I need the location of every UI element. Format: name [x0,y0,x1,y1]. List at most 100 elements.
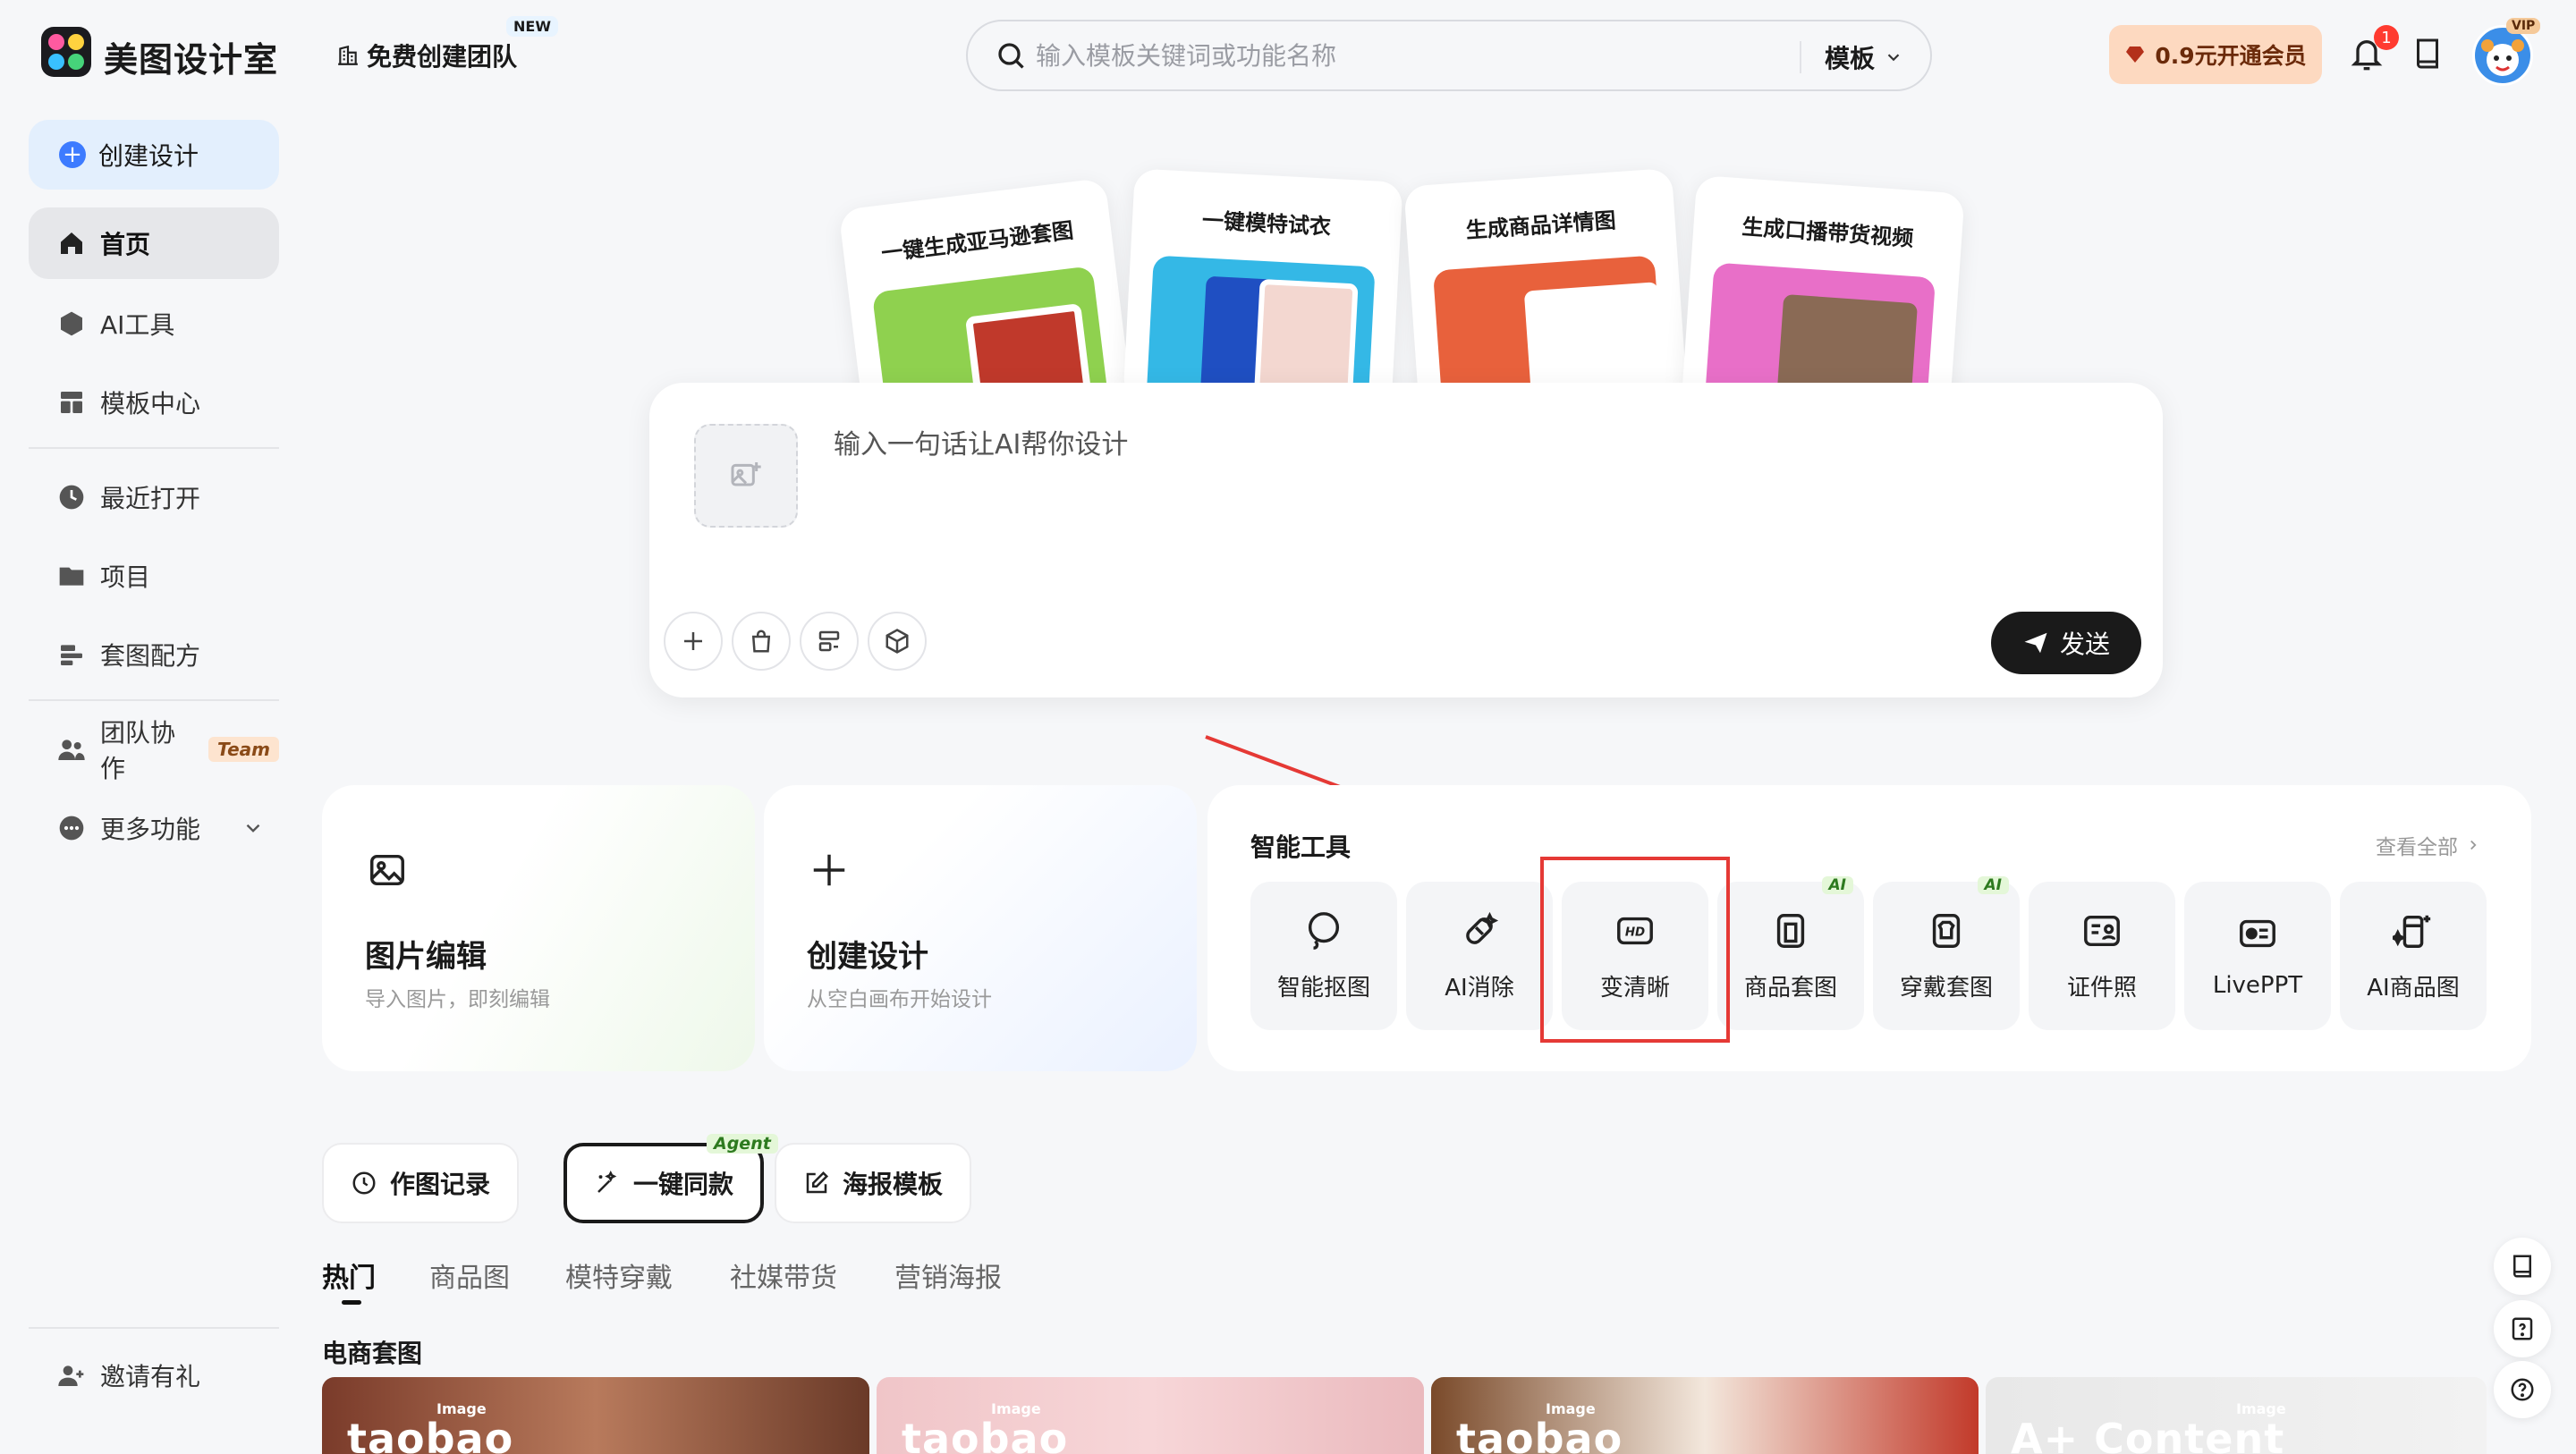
thumbnail-label: taobao [902,1415,1069,1454]
hero-card-model[interactable]: 一键模特试衣 [1123,168,1403,415]
send-label: 发送 [2059,630,2110,659]
sidebar-item-more[interactable]: 更多功能 [29,792,279,864]
float-feedback-button[interactable] [2494,1300,2551,1357]
sidebar-divider [29,447,279,449]
question-icon [2511,1378,2534,1401]
chip-history[interactable]: 作图记录 [322,1143,520,1223]
tool-label: 穿戴套图 [1899,974,1993,1002]
template-thumbnail[interactable]: Image taobao [1431,1377,1979,1454]
tool-smart-cutout[interactable]: 智能抠图 [1250,882,1397,1030]
sidebar-item-ai-tools[interactable]: AI工具 [29,288,279,359]
tab-marketing-poster[interactable]: 营销海报 [894,1255,1002,1295]
diamond-icon [2126,46,2145,63]
id-card-icon [2084,915,2120,946]
layout-icon [818,630,840,652]
hero-card-detail[interactable]: 生成商品详情图 [1403,167,1688,419]
lasso-icon [1308,911,1340,950]
chip-label: 一键同款 [633,1170,734,1199]
bookmark-book-icon[interactable] [2411,36,2444,72]
layout-button[interactable] [800,612,859,671]
sidebar-item-projects[interactable]: 项目 [29,540,279,612]
tab-social-selling[interactable]: 社媒带货 [730,1255,837,1295]
search-input[interactable] [1036,38,1841,73]
card-subtitle: 从空白画布开始设计 [807,988,992,1011]
card-title: 图片编辑 [365,939,487,975]
view-all-link[interactable]: 查看全部 [2376,830,2481,860]
tool-label: LivePPT [2212,972,2303,999]
create-team-label: 免费创建团队 [367,42,518,72]
bag-icon [751,630,771,653]
create-design-button[interactable]: + 创建设计 [29,120,279,190]
shirt-icon [1932,913,1961,948]
tool-ai-product-image[interactable]: AI商品图 [2340,882,2487,1030]
template-thumbnail[interactable]: Image taobao [877,1377,1424,1454]
tool-wear-set[interactable]: AI 穿戴套图 [1873,876,2020,1030]
hero-card-title: 一键模特试衣 [1201,207,1332,240]
prompt-input[interactable] [834,422,2086,529]
ai-tag: AI [1977,876,2009,894]
smart-tools-panel: 智能工具 查看全部 智能抠图 AI消除 HD 变清晰 AI 商品套图 AI 穿戴… [1208,785,2531,1071]
sidebar-item-team[interactable]: 团队协作 Team [29,714,279,785]
image-edit-card[interactable]: 图片编辑 导入图片，即刻编辑 [322,785,755,1071]
plus-icon [813,854,845,886]
tool-label: AI消除 [1445,974,1514,1002]
product-bag-button[interactable] [732,612,791,671]
tool-label: 商品套图 [1743,974,1837,1002]
edit-box-icon [806,1171,829,1194]
sidebar-divider [29,699,279,701]
tool-ai-erase[interactable]: AI消除 [1406,882,1553,1030]
send-button[interactable]: 发送 [1991,612,2141,674]
app-logo[interactable] [41,27,91,77]
ai-tag: AI [1821,876,1853,894]
thumbnail-label: A+ Content [2011,1415,2285,1454]
tools-title: 智能工具 [1250,833,1352,862]
sidebar-item-templates[interactable]: 模板中心 [29,367,279,438]
sidebar-item-label: 更多功能 [100,815,201,844]
sidebar-item-recent[interactable]: 最近打开 [29,461,279,533]
search-bar[interactable]: 模板 [966,20,1932,91]
clock-icon [59,485,84,510]
card-title: 创建设计 [807,939,928,975]
template-thumbnail[interactable]: Image A+ Content [1986,1377,2487,1454]
sidebar-item-recipes[interactable]: 套图配方 [29,619,279,690]
presentation-icon [2240,919,2275,948]
3d-box-button[interactable] [868,612,927,671]
chip-one-click-same[interactable]: 一键同款 [564,1143,765,1223]
ai-prompt-composer: 发送 [649,383,2163,697]
app-name: 美图设计室 [104,40,279,80]
create-team-link[interactable]: 免费创建团队 [336,38,517,73]
tool-label: 证件照 [2066,974,2137,1002]
clock-icon [352,1171,376,1195]
product-set-icon [1776,913,1805,948]
sidebar-item-label: 项目 [100,562,151,592]
user-avatar[interactable] [2472,25,2533,86]
tool-id-photo[interactable]: 证件照 [2029,882,2175,1030]
sidebar-item-home[interactable]: 首页 [29,207,279,279]
vip-tag: VIP [2506,18,2541,34]
image-upload-slot[interactable] [694,424,798,528]
red-highlight-box [1540,857,1730,1043]
tab-model-wear[interactable]: 模特穿戴 [565,1255,673,1295]
send-plane-icon [2024,632,2047,654]
tab-hot[interactable]: 热门 [322,1255,376,1295]
add-attachment-button[interactable] [664,612,723,671]
vip-upgrade-button[interactable]: 0.9元开通会员 [2109,25,2322,84]
chevron-down-icon [246,824,260,833]
team-icon [58,740,85,760]
hero-card-title: 生成口播带货视频 [1741,214,1915,251]
float-book-button[interactable] [2494,1238,2551,1295]
chip-poster-templates[interactable]: 海报模板 [775,1143,972,1223]
hero-card-title: 生成商品详情图 [1464,207,1617,244]
folder-icon [59,567,84,586]
create-design-card[interactable]: 创建设计 从空白画布开始设计 [764,785,1197,1071]
sidebar-item-label: 套图配方 [100,641,201,671]
float-help-button[interactable] [2494,1361,2551,1418]
invite-friends[interactable]: 邀请有礼 [29,1340,279,1411]
search-type-select[interactable]: 模板 [1825,39,1903,75]
template-thumbnail[interactable]: Image taobao [322,1377,869,1454]
tab-product[interactable]: 商品图 [429,1255,510,1295]
tool-liveppt[interactable]: LivePPT [2184,882,2331,1030]
tool-product-set[interactable]: AI 商品套图 [1717,876,1864,1030]
section-title: 电商套图 [322,1339,423,1368]
more-icon [59,816,84,841]
